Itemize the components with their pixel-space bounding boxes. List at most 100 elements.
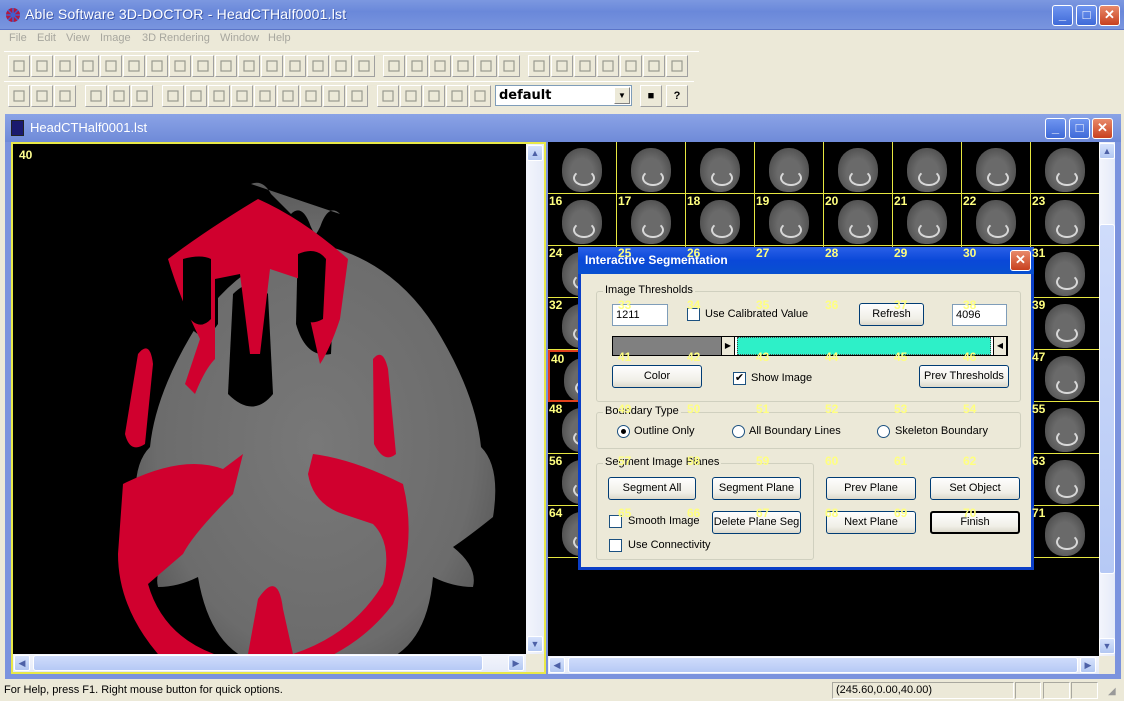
segment-all-button[interactable]: Segment All: [608, 477, 696, 500]
scroll-right-button[interactable]: ▶: [508, 655, 524, 671]
connect-button[interactable]: [146, 55, 168, 77]
ct-slice-image[interactable]: 40: [13, 144, 526, 654]
thumbnail-slice[interactable]: [824, 142, 893, 194]
fill-button[interactable]: [475, 55, 497, 77]
rectangle-button[interactable]: [54, 55, 76, 77]
thumbnail-slice[interactable]: 23: [1031, 194, 1099, 246]
arrow-left-button[interactable]: [231, 85, 253, 107]
minimize-button[interactable]: _: [1052, 5, 1073, 26]
set-object-button[interactable]: Set Object: [930, 477, 1020, 500]
menu-edit[interactable]: Edit: [37, 32, 56, 44]
chart-button[interactable]: [498, 55, 520, 77]
scroll-up-button[interactable]: ▲: [527, 145, 543, 161]
square-button[interactable]: [574, 55, 596, 77]
threshold-range-slider[interactable]: ▶ ◀: [612, 336, 1008, 356]
dialog-close-button[interactable]: ✕: [1010, 250, 1031, 271]
use-connectivity-checkbox[interactable]: [609, 539, 622, 552]
connector-button[interactable]: [423, 85, 445, 107]
thumbnail-slice[interactable]: 31: [1031, 246, 1099, 298]
add-point-button[interactable]: [100, 55, 122, 77]
open-folder-button[interactable]: [31, 85, 53, 107]
hscroll-thumb[interactable]: [568, 657, 1078, 673]
freehand-draw-button[interactable]: [31, 55, 53, 77]
context-help-button[interactable]: ?: [666, 85, 688, 107]
menu-image[interactable]: Image: [100, 32, 131, 44]
surface-render-button[interactable]: [377, 85, 399, 107]
rotate-left-button[interactable]: [323, 85, 345, 107]
close-button[interactable]: ✕: [1099, 5, 1120, 26]
show-image-checkbox[interactable]: ✔: [733, 372, 746, 385]
zoom-in-button[interactable]: [162, 85, 184, 107]
object-label-button[interactable]: [307, 55, 329, 77]
scroll-up-button[interactable]: ▲: [1099, 143, 1115, 159]
thumbnail-slice[interactable]: [548, 142, 617, 194]
doc-close-button[interactable]: ✕: [1092, 118, 1113, 139]
menu-file[interactable]: File: [9, 32, 27, 44]
scroll-left-button[interactable]: ◀: [14, 655, 30, 671]
scroll-down-button[interactable]: ▼: [527, 636, 543, 652]
thumbnail-slice[interactable]: 39: [1031, 298, 1099, 350]
menu-help[interactable]: Help: [268, 32, 291, 44]
thumbnail-slice[interactable]: [1031, 142, 1099, 194]
measure-button[interactable]: [406, 55, 428, 77]
doc-minimize-button[interactable]: _: [1045, 118, 1066, 139]
slice-view-hscrollbar[interactable]: ◀ ▶: [13, 654, 526, 672]
thumbnail-slice[interactable]: 22: [962, 194, 1031, 246]
slice-view-vscrollbar[interactable]: ▲ ▼: [526, 144, 544, 654]
select-region-button[interactable]: [8, 55, 30, 77]
thumbnail-slice[interactable]: [962, 142, 1031, 194]
menu-3d-rendering[interactable]: 3D Rendering: [142, 32, 210, 44]
resize-button[interactable]: [261, 55, 283, 77]
ellipse-button[interactable]: [77, 55, 99, 77]
outline-only-radio[interactable]: [617, 425, 630, 438]
contrast-button[interactable]: [131, 85, 153, 107]
rotate-right-button[interactable]: [346, 85, 368, 107]
low-threshold-handle[interactable]: ▶: [721, 337, 735, 355]
thumbnail-slice[interactable]: [893, 142, 962, 194]
skeleton-boundary-radio[interactable]: [877, 425, 890, 438]
crop-button[interactable]: [238, 55, 260, 77]
axis-button[interactable]: [469, 85, 491, 107]
menu-window[interactable]: Window: [220, 32, 259, 44]
zoom-out-button[interactable]: [185, 85, 207, 107]
ruler-button[interactable]: [383, 55, 405, 77]
circle-button[interactable]: [597, 55, 619, 77]
thumbnail-slice[interactable]: 16: [548, 194, 617, 246]
move-boundary-button[interactable]: [643, 55, 665, 77]
thumbnail-slice[interactable]: [617, 142, 686, 194]
color-button[interactable]: Color: [612, 365, 702, 388]
polygon-button[interactable]: [551, 55, 573, 77]
object-combo[interactable]: default ▼: [495, 85, 632, 106]
arrow-down-button[interactable]: [300, 85, 322, 107]
thumbnail-slice[interactable]: 55: [1031, 402, 1099, 454]
object-color-button[interactable]: ■: [640, 85, 662, 107]
grid-button[interactable]: [284, 55, 306, 77]
chevron-down-icon[interactable]: ▼: [614, 87, 630, 104]
all-boundary-lines-radio[interactable]: [732, 425, 745, 438]
scatter-button[interactable]: [169, 55, 191, 77]
line-button[interactable]: [215, 55, 237, 77]
thumbnail-slice[interactable]: 47: [1031, 350, 1099, 402]
thumbnail-slice[interactable]: 18: [686, 194, 755, 246]
doc-maximize-button[interactable]: □: [1069, 118, 1090, 139]
boundary-select-button[interactable]: [528, 55, 550, 77]
segment-plane-button[interactable]: Segment Plane: [712, 477, 801, 500]
box-edit-button[interactable]: [192, 55, 214, 77]
thumbnail-slice[interactable]: 19: [755, 194, 824, 246]
delete-boundary-button[interactable]: [666, 55, 688, 77]
app-title-bar[interactable]: Able Software 3D-DOCTOR - HeadCTHalf0001…: [0, 0, 1124, 30]
camera-button[interactable]: [208, 85, 230, 107]
histogram-button[interactable]: [353, 55, 375, 77]
undo-button[interactable]: [85, 85, 107, 107]
edit-boundary-button[interactable]: [620, 55, 642, 77]
thumbnail-slice[interactable]: [686, 142, 755, 194]
thumbnail-slice[interactable]: 21: [893, 194, 962, 246]
prev-thresholds-button[interactable]: Prev Thresholds: [919, 365, 1009, 388]
high-threshold-input[interactable]: [952, 304, 1007, 326]
scroll-down-button[interactable]: ▼: [1099, 638, 1115, 654]
menu-view[interactable]: View: [66, 32, 90, 44]
vscroll-thumb[interactable]: [1099, 224, 1115, 574]
prev-plane-button[interactable]: Prev Plane: [826, 477, 916, 500]
maximize-button[interactable]: □: [1076, 5, 1097, 26]
thumbnail-slice[interactable]: 71: [1031, 506, 1099, 558]
